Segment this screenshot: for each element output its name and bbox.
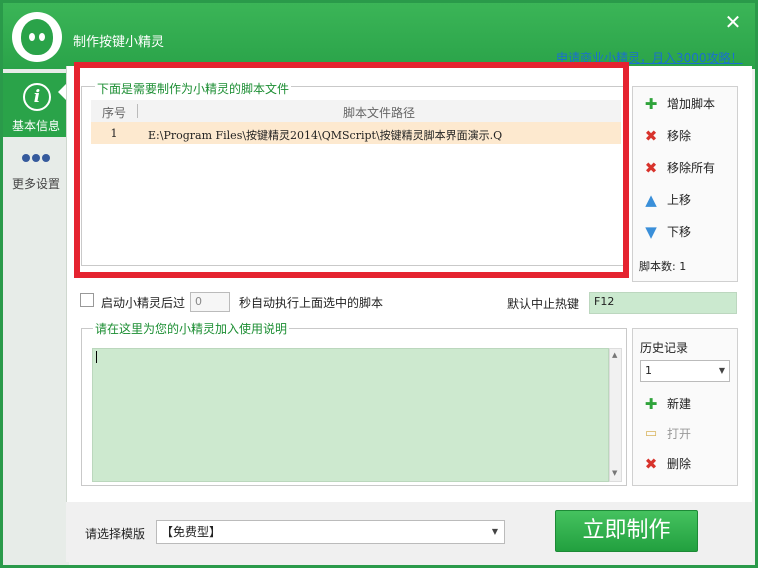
table-header: 序号 脚本文件路径 (91, 100, 621, 122)
scroll-up-icon[interactable]: ▲ (612, 351, 617, 359)
auto-run-seconds-input[interactable]: 0 (190, 292, 230, 312)
remove-icon: ✖ (644, 126, 658, 145)
new-button[interactable]: ✚ 新建 (643, 395, 691, 417)
row-num: 1 (110, 127, 118, 140)
description-group-title: 请在这里为您的小精灵加入使用说明 (93, 320, 290, 337)
template-label: 请选择模版 (85, 527, 146, 541)
close-icon[interactable]: ✕ (723, 12, 743, 32)
delete-label: 删除 (667, 457, 692, 471)
move-down-button[interactable]: ▼ 下移 (643, 223, 691, 245)
sidebar-item-label: 更多设置 (11, 177, 60, 191)
history-select[interactable]: 1 ▼ (640, 360, 730, 382)
column-header-path[interactable]: 脚本文件路径 (139, 104, 619, 121)
column-header-num[interactable]: 序号 (91, 104, 137, 121)
sidebar: i 基本信息 更多设置 (3, 69, 69, 565)
auto-run-label: 启动小精灵后过 (101, 296, 186, 310)
add-script-button[interactable]: ✚ 增加脚本 (643, 95, 715, 117)
title-bar: 制作按键小精灵 ✕ 申请商业小精灵，月入3000攻略！ (3, 3, 755, 69)
remove-button[interactable]: ✖ 移除 (643, 127, 691, 149)
move-up-button[interactable]: ▲ 上移 (643, 191, 691, 213)
window-title: 制作按键小精灵 (73, 35, 165, 50)
open-button[interactable]: ▭ 打开 (643, 425, 691, 447)
sidebar-item-more-settings[interactable]: 更多设置 (3, 139, 69, 203)
sidebar-item-label: 基本信息 (11, 119, 60, 133)
template-select[interactable]: 【免费型】 ▼ (156, 520, 505, 544)
delete-button[interactable]: ✖ 删除 (643, 455, 691, 477)
move-up-label: 上移 (667, 193, 692, 207)
sidebar-item-basic-info[interactable]: i 基本信息 (3, 73, 69, 137)
hotkey-input[interactable]: F12 (589, 292, 737, 314)
arrow-down-icon: ▼ (645, 222, 657, 241)
auto-run-suffix: 秒自动执行上面选中的脚本 (239, 296, 384, 310)
text-caret (96, 351, 97, 363)
history-panel: 历史记录 1 ▼ ✚ 新建 ▭ 打开 ✖ 删除 (632, 328, 738, 486)
column-divider (137, 104, 138, 118)
chevron-down-icon: ▼ (718, 366, 725, 375)
plus-icon: ✚ (644, 394, 658, 413)
script-group-title: 下面是需要制作为小精灵的脚本文件 (95, 80, 292, 97)
new-label: 新建 (667, 397, 692, 411)
plus-icon: ✚ (644, 94, 658, 113)
active-indicator (58, 84, 66, 100)
delete-icon: ✖ (644, 454, 658, 473)
description-scrollbar[interactable]: ▲ ▼ (609, 348, 622, 482)
script-count: 脚本数: 1 (639, 260, 687, 273)
move-down-label: 下移 (667, 225, 692, 239)
remove-all-button[interactable]: ✖ 移除所有 (643, 159, 715, 181)
chevron-down-icon: ▼ (491, 527, 498, 536)
promo-link[interactable]: 申请商业小精灵，月入3000攻略！ (556, 49, 743, 66)
remove-label: 移除 (667, 129, 692, 143)
history-selected-value: 1 (645, 364, 652, 377)
table-row[interactable]: 1 E:\Program Files\按键精灵2014\QMScript\按键精… (91, 122, 621, 144)
app-logo (12, 12, 62, 62)
script-actions-panel: ✚ 增加脚本 ✖ 移除 ✖ 移除所有 ▲ 上移 ▼ 下移 脚本数: 1 (632, 86, 738, 282)
make-now-button[interactable]: 立即制作 (555, 510, 698, 552)
folder-icon: ▭ (644, 425, 658, 441)
auto-run-checkbox[interactable] (80, 293, 94, 307)
remove-all-label: 移除所有 (667, 161, 716, 175)
row-path: E:\Program Files\按键精灵2014\QMScript\按键精灵脚… (148, 129, 503, 142)
open-label: 打开 (667, 427, 692, 441)
more-dots-icon (22, 151, 52, 165)
arrow-up-icon: ▲ (645, 190, 657, 209)
template-selected-value: 【免费型】 (161, 525, 222, 539)
add-script-label: 增加脚本 (667, 97, 716, 111)
scroll-down-icon[interactable]: ▼ (612, 469, 617, 477)
hotkey-label: 默认中止热键 (507, 297, 580, 311)
remove-all-icon: ✖ (644, 158, 658, 177)
description-textarea[interactable] (92, 348, 609, 482)
history-title: 历史记录 (640, 341, 689, 355)
info-icon: i (23, 83, 51, 111)
script-table: 序号 脚本文件路径 1 E:\Program Files\按键精灵2014\QM… (91, 100, 621, 260)
